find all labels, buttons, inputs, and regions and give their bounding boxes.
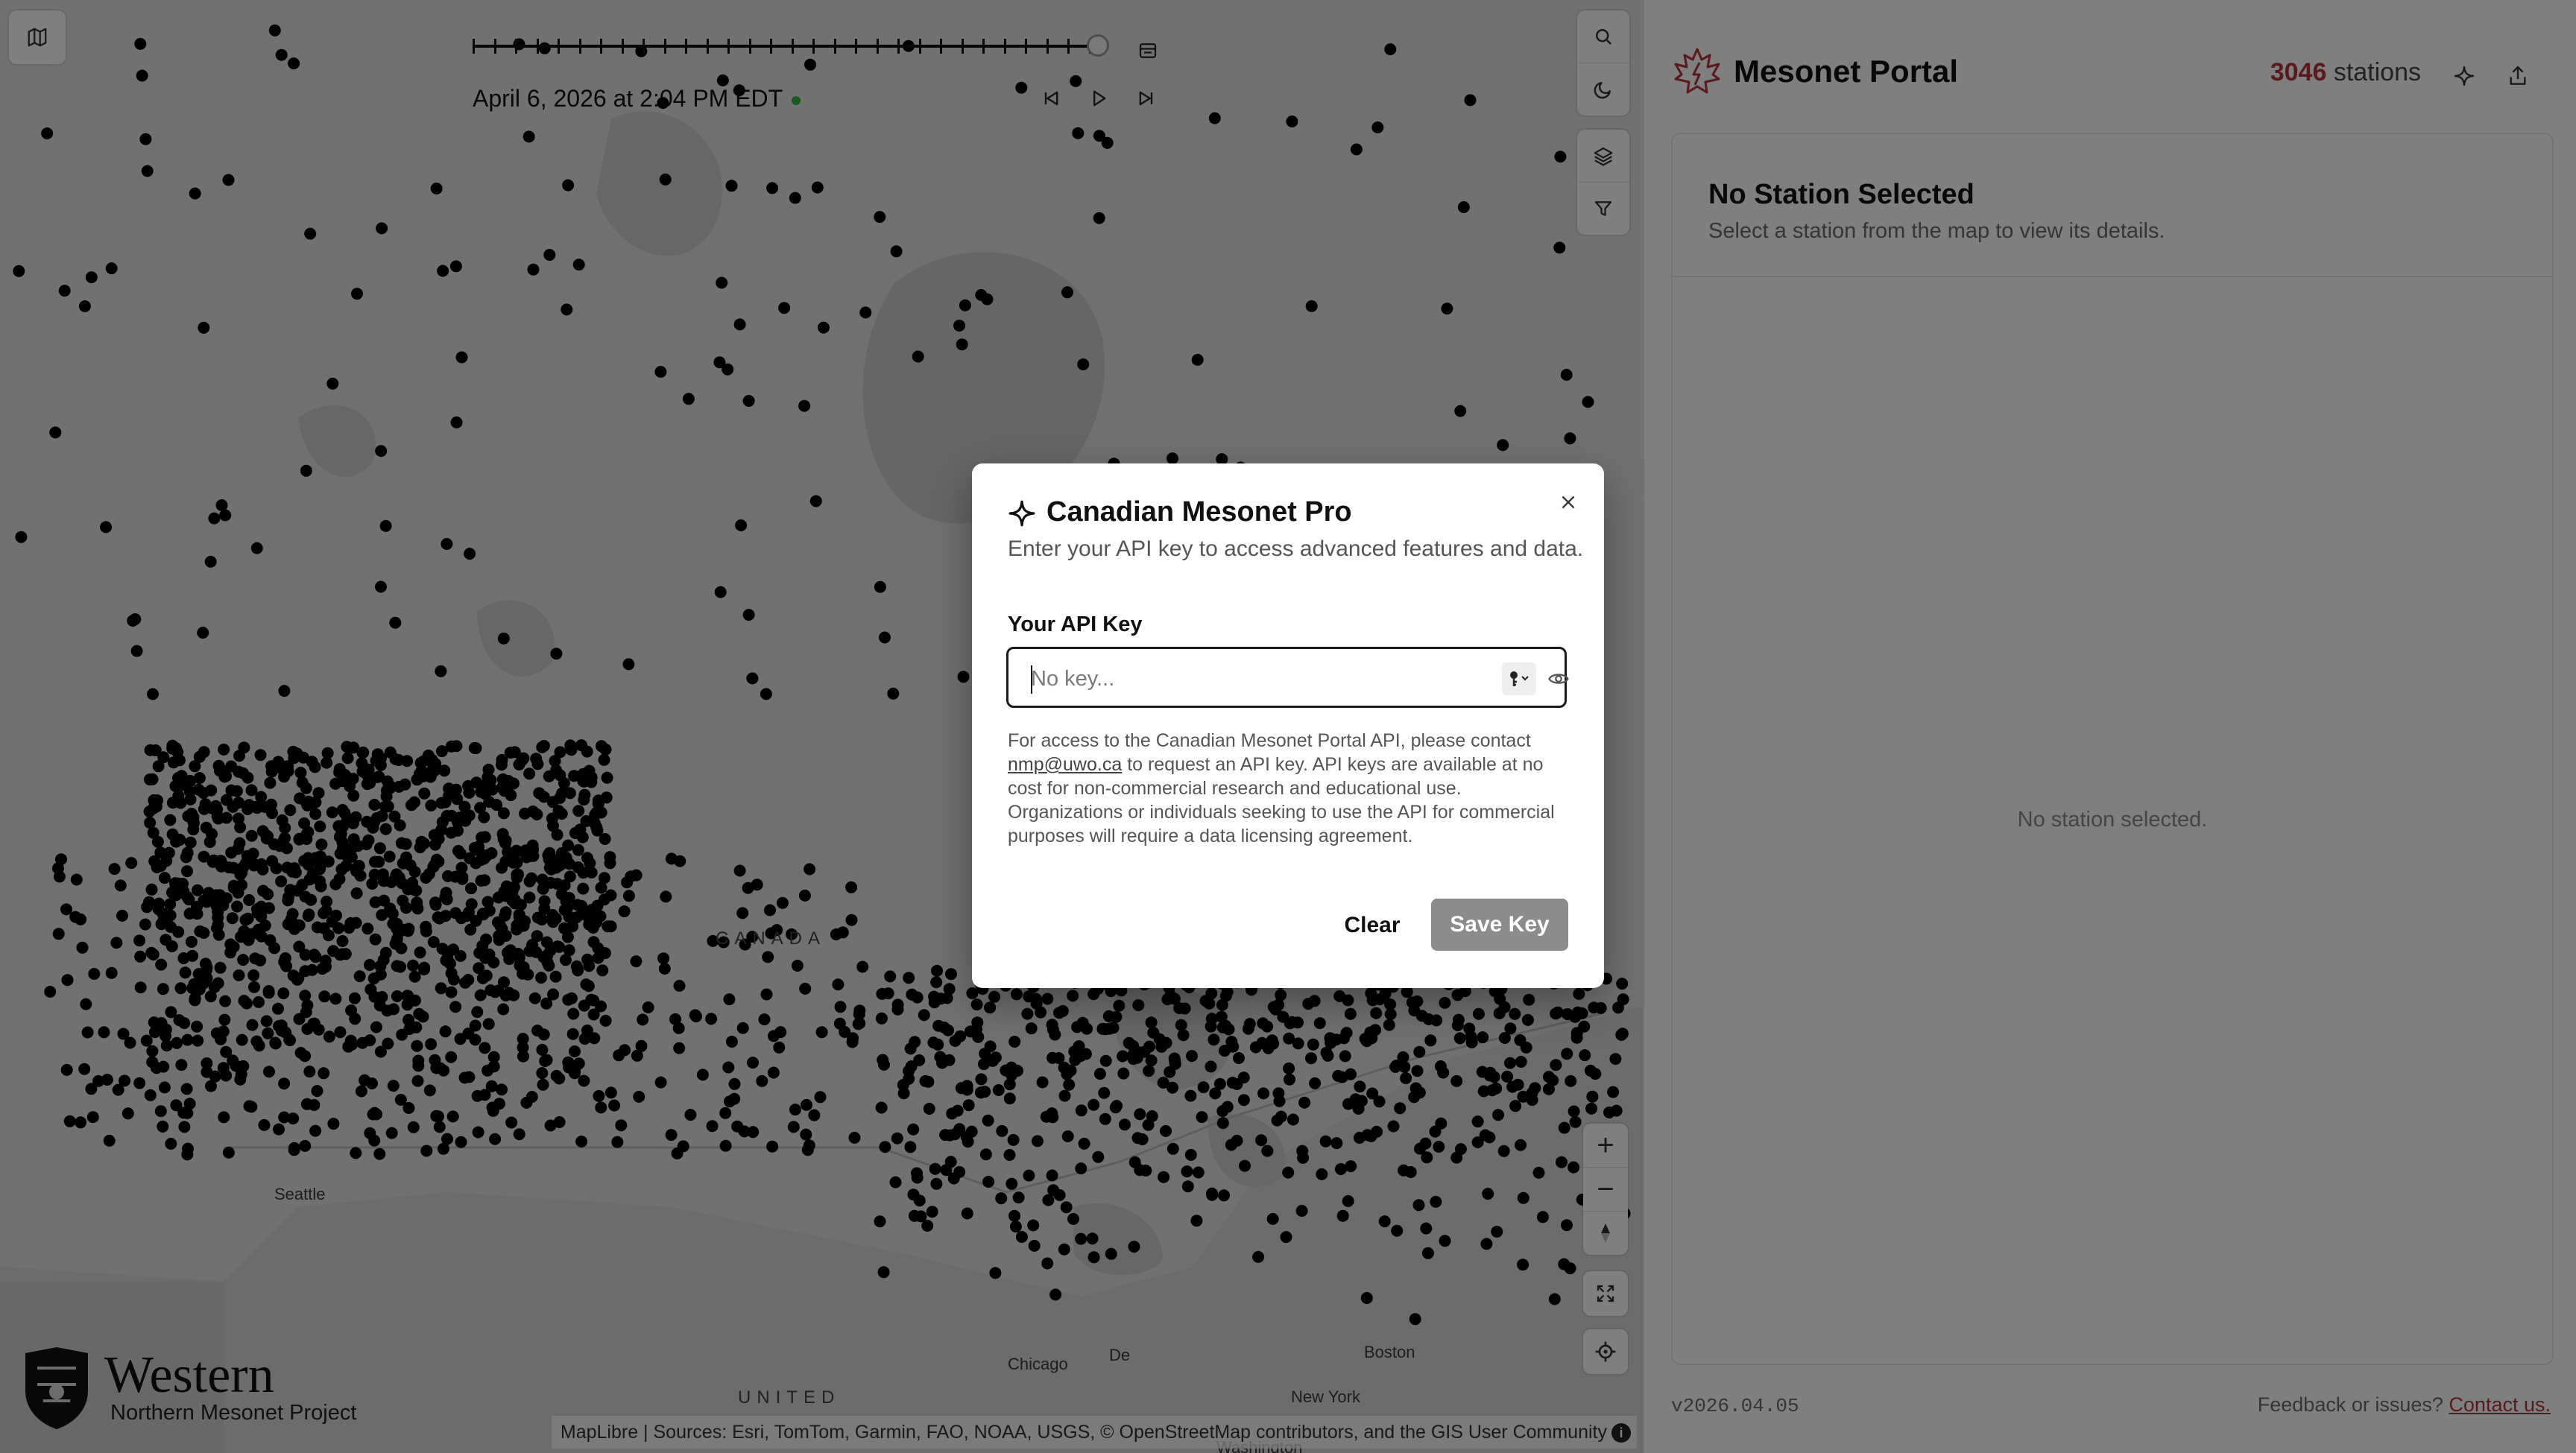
api-access-info: For access to the Canadian Mesonet Porta… <box>1008 729 1571 848</box>
dialog-description: Enter your API key to access advanced fe… <box>1008 536 1584 561</box>
sparkle-icon <box>1008 500 1035 527</box>
show-key-button[interactable] <box>1542 662 1575 695</box>
save-key-button[interactable]: Save Key <box>1431 899 1568 951</box>
key-icon <box>1510 671 1529 686</box>
help-text-start: For access to the Canadian Mesonet Porta… <box>1008 730 1531 751</box>
dialog-title: Canadian Mesonet Pro <box>1046 496 1352 528</box>
close-button[interactable] <box>1552 486 1585 519</box>
clear-button[interactable]: Clear <box>1331 900 1413 951</box>
api-key-field <box>1006 647 1569 708</box>
close-icon <box>1562 496 1575 509</box>
contact-email-link[interactable]: nmp@uwo.ca <box>1008 754 1122 775</box>
api-key-label: Your API Key <box>1008 612 1143 636</box>
text-caret <box>1031 665 1032 694</box>
api-key-dialog: Canadian Mesonet Pro Enter your API key … <box>972 463 1604 988</box>
eye-icon <box>1548 674 1569 684</box>
api-key-input[interactable] <box>1029 655 1450 703</box>
password-manager-button[interactable] <box>1502 662 1536 695</box>
